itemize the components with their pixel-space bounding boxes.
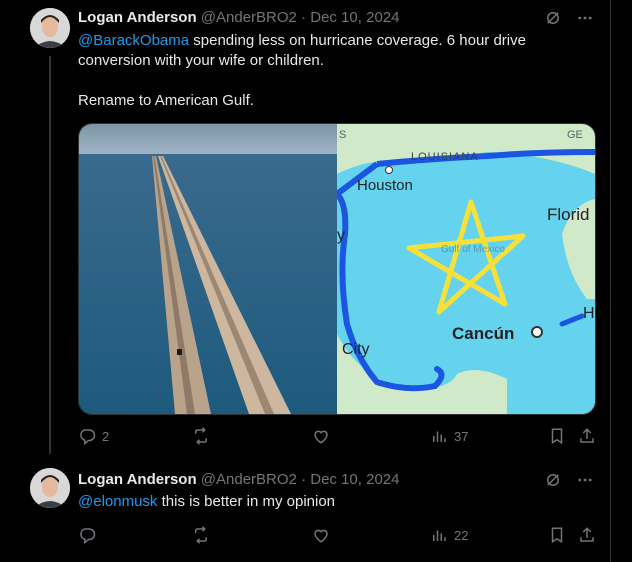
tweet-body: this is better in my opinion [157, 493, 336, 510]
bookmark-button[interactable] [548, 427, 566, 445]
map-label-houston: Houston [357, 177, 413, 194]
share-button[interactable] [578, 427, 596, 445]
more-icon[interactable] [576, 9, 594, 27]
avatar[interactable] [30, 468, 70, 508]
map-label-cancun: Cancún [452, 324, 514, 343]
views-icon [433, 431, 446, 442]
thread-line [49, 56, 51, 454]
tweet-header: Logan Anderson @AnderBRO2 · Dec 10, 2024 [78, 9, 399, 27]
like-icon [314, 430, 328, 444]
views-icon [433, 530, 446, 541]
tweet-media[interactable]: LOUISIANA Houston Florid Cancún City GE … [78, 123, 596, 415]
grok-icon[interactable] [544, 471, 562, 489]
tweet-actions: 22 [78, 526, 596, 546]
gulf-map[interactable]: LOUISIANA Houston Florid Cancún City GE … [334, 124, 595, 414]
reply-icon [80, 429, 96, 445]
map-label-s: S [339, 129, 346, 141]
bridge-photo[interactable] [79, 124, 337, 414]
map-label-h: H [583, 305, 595, 322]
author-name[interactable]: Logan Anderson [78, 9, 197, 26]
separator: · [301, 9, 307, 26]
timeline-pane: Logan Anderson @AnderBRO2 · Dec 10, 2024… [0, 0, 611, 562]
tweet-text: @elonmusk this is better in my opinion [78, 492, 568, 512]
separator: · [301, 471, 307, 488]
tweet-1[interactable]: Logan Anderson @AnderBRO2 · Dec 10, 2024… [0, 0, 610, 456]
grok-icon[interactable] [544, 9, 562, 27]
reply-icon [80, 528, 96, 544]
views-button[interactable]: 22 [430, 526, 468, 544]
bookmark-icon [551, 428, 563, 445]
more-icon[interactable] [576, 471, 594, 489]
tweet-text: @BarackObama spending less on hurricane … [78, 31, 568, 111]
views-count: 37 [454, 428, 469, 444]
retweet-icon [195, 526, 207, 544]
like-button[interactable] [312, 427, 330, 445]
bookmark-icon [551, 527, 563, 544]
reply-button[interactable] [78, 526, 96, 544]
mention-link[interactable]: @elonmusk [78, 493, 157, 510]
author-handle[interactable]: @AnderBRO2 [201, 9, 297, 26]
share-icon [580, 428, 594, 443]
map-label-gulf: Gulf of Mexico [441, 244, 505, 255]
share-icon [580, 527, 594, 542]
map-label-city: City [342, 341, 370, 358]
reply-count: 2 [102, 428, 110, 444]
map-label-y: y [337, 227, 345, 244]
tweet-date[interactable]: Dec 10, 2024 [310, 9, 399, 26]
tweet-actions: 2 37 [78, 427, 596, 447]
reply-button[interactable]: 2 [78, 427, 109, 445]
like-button[interactable] [312, 526, 330, 544]
tweet-top-actions [544, 9, 594, 27]
avatar[interactable] [30, 8, 70, 48]
author-name[interactable]: Logan Anderson [78, 471, 197, 488]
views-button[interactable]: 37 [430, 427, 468, 445]
tweet-header: Logan Anderson @AnderBRO2 · Dec 10, 2024 [78, 471, 399, 489]
share-button[interactable] [578, 526, 596, 544]
tweet-top-actions [544, 471, 594, 489]
retweet-button[interactable] [192, 427, 210, 445]
views-count: 22 [454, 527, 469, 543]
mention-link[interactable]: @BarackObama [78, 32, 189, 49]
retweet-button[interactable] [192, 526, 210, 544]
bookmark-button[interactable] [548, 526, 566, 544]
tweet-body-line2: Rename to American Gulf. [78, 92, 254, 109]
map-label-louisiana: LOUISIANA [411, 151, 479, 163]
tweet-date[interactable]: Dec 10, 2024 [310, 471, 399, 488]
map-label-ge: GE [567, 129, 583, 141]
like-icon [314, 529, 328, 543]
author-handle[interactable]: @AnderBRO2 [201, 471, 297, 488]
retweet-icon [195, 427, 207, 445]
map-label-florida: Florid [547, 205, 590, 224]
tweet-2[interactable]: Logan Anderson @AnderBRO2 · Dec 10, 2024… [0, 462, 610, 562]
